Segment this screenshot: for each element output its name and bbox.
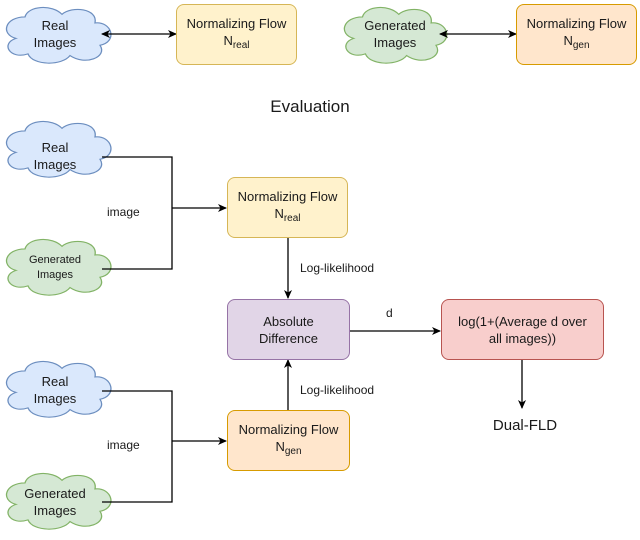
absolute-difference-box: Absolute Difference (227, 299, 350, 360)
flow-symbol: Ngen (563, 33, 590, 51)
flow-title: Normalizing Flow (186, 16, 287, 31)
cloud-label-real-eval-bottom: Real Images (33, 374, 77, 406)
cloud-label-real-eval-top: Real Images (33, 140, 77, 172)
edge-label-loglik-bottom: Log-likelihood (300, 383, 375, 397)
flow-title: Normalizing Flow (526, 16, 627, 31)
edge-label-image-top: image (107, 205, 140, 219)
flow-real-eval: Normalizing Flow Nreal (227, 177, 348, 238)
cloud-label-gen-train: Generated Images (350, 17, 440, 51)
cloud-label-gen-eval-bottom: Generated Images (24, 486, 86, 518)
edge-label-loglik-top: Log-likelihood (300, 261, 375, 275)
cloud-text: Images (373, 35, 417, 50)
flow-symbol: Nreal (274, 206, 301, 224)
flow-symbol: Nreal (223, 33, 250, 51)
flow-real-train: Normalizing Flow Nreal (176, 4, 297, 65)
cloud-label-real-train: Real Images (15, 17, 95, 51)
cloud-text: Real (41, 18, 69, 33)
cloud-text: Images (33, 35, 77, 50)
log-average-box: log(1+(Average d over all images)) (441, 299, 604, 360)
edge-label-image-bottom: image (107, 438, 140, 452)
dual-fld-result: Dual-FLD (492, 417, 558, 434)
flow-symbol: Ngen (275, 439, 302, 457)
section-title: Evaluation (270, 97, 350, 116)
cloud-text: Generated (364, 18, 426, 33)
cloud-label-gen-eval-top: Generated Images (29, 254, 81, 281)
edge-label-d: d (386, 306, 393, 320)
flow-gen-eval: Normalizing Flow Ngen (227, 410, 350, 471)
flow-gen-train: Normalizing Flow Ngen (516, 4, 637, 65)
